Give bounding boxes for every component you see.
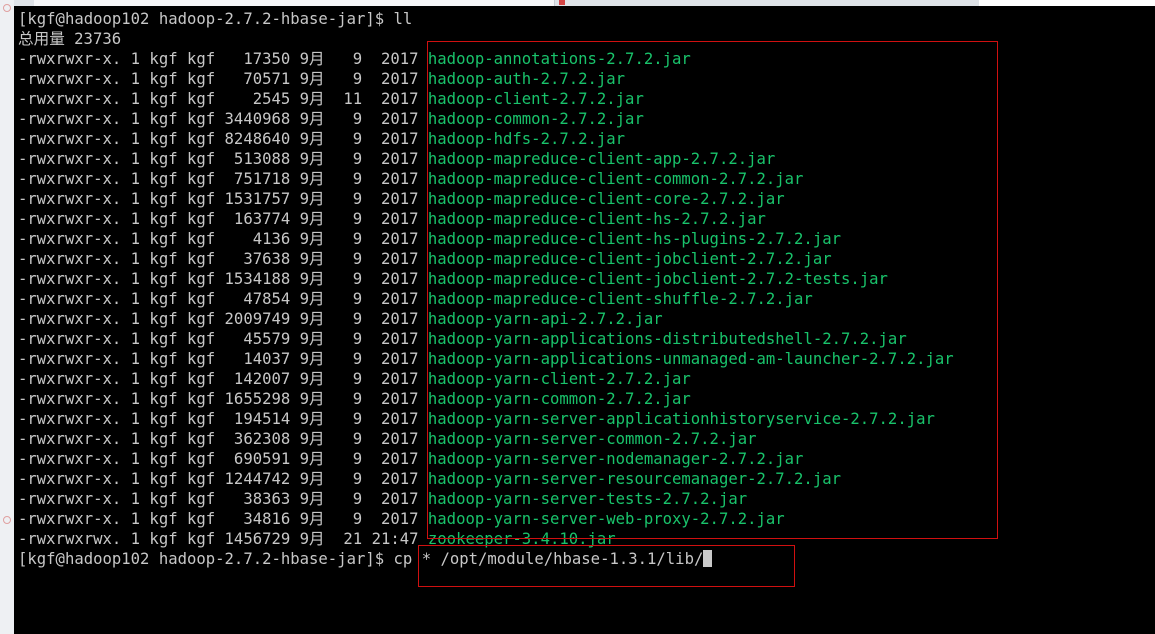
file-row: -rwxrwxr-x. 1 kgf kgf 1655298 9月 9 2017 … (18, 389, 1153, 409)
file-row: -rwxrwxr-x. 1 kgf kgf 690591 9月 9 2017 h… (18, 449, 1153, 469)
file-row: -rwxrwxr-x. 1 kgf kgf 513088 9月 9 2017 h… (18, 149, 1153, 169)
file-row-meta: -rwxrwxr-x. 1 kgf kgf 38363 9月 9 2017 (18, 490, 428, 508)
file-row-meta: -rwxrwxr-x. 1 kgf kgf 4136 9月 9 2017 (18, 230, 428, 248)
file-row-meta: -rwxrwxr-x. 1 kgf kgf 14037 9月 9 2017 (18, 350, 428, 368)
file-name: hadoop-yarn-server-applicationhistoryser… (427, 410, 935, 428)
file-row: -rwxrwxr-x. 1 kgf kgf 17350 9月 9 2017 ha… (18, 49, 1153, 69)
file-row-meta: -rwxrwxr-x. 1 kgf kgf 2545 9月 11 2017 (18, 90, 428, 108)
file-name: hadoop-auth-2.7.2.jar (427, 70, 626, 88)
file-row-meta: -rwxrwxr-x. 1 kgf kgf 47854 9月 9 2017 (18, 290, 428, 308)
file-name: hadoop-mapreduce-client-hs-2.7.2.jar (427, 210, 766, 228)
file-row-meta: -rwxrwxr-x. 1 kgf kgf 45579 9月 9 2017 (18, 330, 428, 348)
file-name: hadoop-mapreduce-client-jobclient-2.7.2-… (427, 270, 888, 288)
file-row-meta: -rwxrwxr-x. 1 kgf kgf 1534188 9月 9 2017 (18, 270, 428, 288)
file-row: -rwxrwxr-x. 1 kgf kgf 70571 9月 9 2017 ha… (18, 69, 1153, 89)
prompt-text: [kgf@hadoop102 hadoop-2.7.2-hbase-jar]$ (18, 10, 394, 28)
file-row: -rwxrwxr-x. 1 kgf kgf 1534188 9月 9 2017 … (18, 269, 1153, 289)
file-row: -rwxrwxr-x. 1 kgf kgf 45579 9月 9 2017 ha… (18, 329, 1153, 349)
file-name: hadoop-yarn-server-resourcemanager-2.7.2… (427, 470, 841, 488)
status-dot-icon (3, 516, 11, 524)
file-name: hadoop-yarn-api-2.7.2.jar (427, 310, 663, 328)
file-name: hadoop-yarn-applications-unmanaged-am-la… (427, 350, 954, 368)
file-listing: -rwxrwxr-x. 1 kgf kgf 17350 9月 9 2017 ha… (18, 49, 1153, 549)
window-left-strip (0, 0, 14, 634)
file-row: -rwxrwxr-x. 1 kgf kgf 34816 9月 9 2017 ha… (18, 509, 1153, 529)
file-row: -rwxrwxr-x. 1 kgf kgf 14037 9月 9 2017 ha… (18, 349, 1153, 369)
file-name: hadoop-mapreduce-client-shuffle-2.7.2.ja… (427, 290, 813, 308)
file-row: -rwxrwxr-x. 1 kgf kgf 751718 9月 9 2017 h… (18, 169, 1153, 189)
file-name: hadoop-mapreduce-client-common-2.7.2.jar (427, 170, 804, 188)
file-row-meta: -rwxrwxr-x. 1 kgf kgf 751718 9月 9 2017 (18, 170, 428, 188)
file-row: -rwxrwxr-x. 1 kgf kgf 37638 9月 9 2017 ha… (18, 249, 1153, 269)
file-row-meta: -rwxrwxr-x. 1 kgf kgf 690591 9月 9 2017 (18, 450, 428, 468)
file-name: hadoop-yarn-server-tests-2.7.2.jar (427, 490, 748, 508)
file-row: -rwxrwxr-x. 1 kgf kgf 47854 9月 9 2017 ha… (18, 289, 1153, 309)
file-row: -rwxrwxr-x. 1 kgf kgf 362308 9月 9 2017 h… (18, 429, 1153, 449)
command-input[interactable]: cp * /opt/module/hbase-1.3.1/lib/ (394, 550, 704, 568)
tab-bar (14, 0, 1155, 6)
total-line: 总用量 23736 (18, 30, 122, 48)
file-name: hadoop-mapreduce-client-app-2.7.2.jar (427, 150, 776, 168)
file-row-meta: -rwxrwxr-x. 1 kgf kgf 194514 9月 9 2017 (18, 410, 428, 428)
file-row: -rwxrwxr-x. 1 kgf kgf 38363 9月 9 2017 ha… (18, 489, 1153, 509)
file-row: -rwxrwxrwx. 1 kgf kgf 1456729 9月 21 21:4… (18, 529, 1153, 549)
file-row-meta: -rwxrwxr-x. 1 kgf kgf 142007 9月 9 2017 (18, 370, 428, 388)
file-row: -rwxrwxr-x. 1 kgf kgf 163774 9月 9 2017 h… (18, 209, 1153, 229)
file-row-meta: -rwxrwxr-x. 1 kgf kgf 1531757 9月 9 2017 (18, 190, 428, 208)
file-name: hadoop-yarn-common-2.7.2.jar (427, 390, 691, 408)
file-name: hadoop-yarn-client-2.7.2.jar (427, 370, 691, 388)
file-row-meta: -rwxrwxr-x. 1 kgf kgf 17350 9月 9 2017 (18, 50, 428, 68)
file-name: hadoop-hdfs-2.7.2.jar (427, 130, 626, 148)
tab-active[interactable] (34, 0, 555, 6)
file-name: hadoop-yarn-server-web-proxy-2.7.2.jar (427, 510, 785, 528)
file-name: hadoop-mapreduce-client-hs-plugins-2.7.2… (427, 230, 841, 248)
file-row-meta: -rwxrwxr-x. 1 kgf kgf 362308 9月 9 2017 (18, 430, 428, 448)
file-name: hadoop-mapreduce-client-jobclient-2.7.2.… (427, 250, 832, 268)
prompt-line: [kgf@hadoop102 hadoop-2.7.2-hbase-jar]$ … (18, 9, 1153, 29)
file-row: -rwxrwxr-x. 1 kgf kgf 3440968 9月 9 2017 … (18, 109, 1153, 129)
file-row: -rwxrwxr-x. 1 kgf kgf 2009749 9月 9 2017 … (18, 309, 1153, 329)
file-row: -rwxrwxr-x. 1 kgf kgf 2545 9月 11 2017 ha… (18, 89, 1153, 109)
file-row-meta: -rwxrwxr-x. 1 kgf kgf 163774 9月 9 2017 (18, 210, 428, 228)
text-cursor (703, 550, 713, 567)
file-row: -rwxrwxr-x. 1 kgf kgf 4136 9月 9 2017 had… (18, 229, 1153, 249)
tab-close-icon[interactable] (559, 0, 565, 5)
file-row-meta: -rwxrwxr-x. 1 kgf kgf 70571 9月 9 2017 (18, 70, 428, 88)
file-row: -rwxrwxr-x. 1 kgf kgf 1531757 9月 9 2017 … (18, 189, 1153, 209)
file-name: zookeeper-3.4.10.jar (427, 530, 616, 548)
file-name: hadoop-yarn-server-nodemanager-2.7.2.jar (427, 450, 804, 468)
file-row: -rwxrwxr-x. 1 kgf kgf 194514 9月 9 2017 h… (18, 409, 1153, 429)
terminal-output[interactable]: [kgf@hadoop102 hadoop-2.7.2-hbase-jar]$ … (18, 9, 1153, 569)
tab-inactive[interactable] (979, 0, 1155, 6)
file-row-meta: -rwxrwxrwx. 1 kgf kgf 1456729 9月 21 21:4… (18, 530, 428, 548)
status-dot-icon (3, 4, 11, 12)
file-row-meta: -rwxrwxr-x. 1 kgf kgf 8248640 9月 9 2017 (18, 130, 428, 148)
file-name: hadoop-yarn-server-common-2.7.2.jar (427, 430, 757, 448)
file-row-meta: -rwxrwxr-x. 1 kgf kgf 34816 9月 9 2017 (18, 510, 428, 528)
file-row-meta: -rwxrwxr-x. 1 kgf kgf 2009749 9月 9 2017 (18, 310, 428, 328)
file-row-meta: -rwxrwxr-x. 1 kgf kgf 3440968 9月 9 2017 (18, 110, 428, 128)
file-row: -rwxrwxr-x. 1 kgf kgf 1244742 9月 9 2017 … (18, 469, 1153, 489)
file-name: hadoop-common-2.7.2.jar (427, 110, 644, 128)
file-name: hadoop-client-2.7.2.jar (427, 90, 644, 108)
file-row: -rwxrwxr-x. 1 kgf kgf 8248640 9月 9 2017 … (18, 129, 1153, 149)
prompt-text: [kgf@hadoop102 hadoop-2.7.2-hbase-jar]$ (18, 550, 394, 568)
file-name: hadoop-annotations-2.7.2.jar (427, 50, 691, 68)
command-text: ll (393, 10, 413, 28)
file-row-meta: -rwxrwxr-x. 1 kgf kgf 37638 9月 9 2017 (18, 250, 428, 268)
file-row-meta: -rwxrwxr-x. 1 kgf kgf 513088 9月 9 2017 (18, 150, 428, 168)
prompt-line: [kgf@hadoop102 hadoop-2.7.2-hbase-jar]$ … (18, 549, 1153, 569)
file-row: -rwxrwxr-x. 1 kgf kgf 142007 9月 9 2017 h… (18, 369, 1153, 389)
file-row-meta: -rwxrwxr-x. 1 kgf kgf 1655298 9月 9 2017 (18, 390, 428, 408)
file-row-meta: -rwxrwxr-x. 1 kgf kgf 1244742 9月 9 2017 (18, 470, 428, 488)
file-name: hadoop-mapreduce-client-core-2.7.2.jar (427, 190, 785, 208)
file-name: hadoop-yarn-applications-distributedshel… (427, 330, 907, 348)
